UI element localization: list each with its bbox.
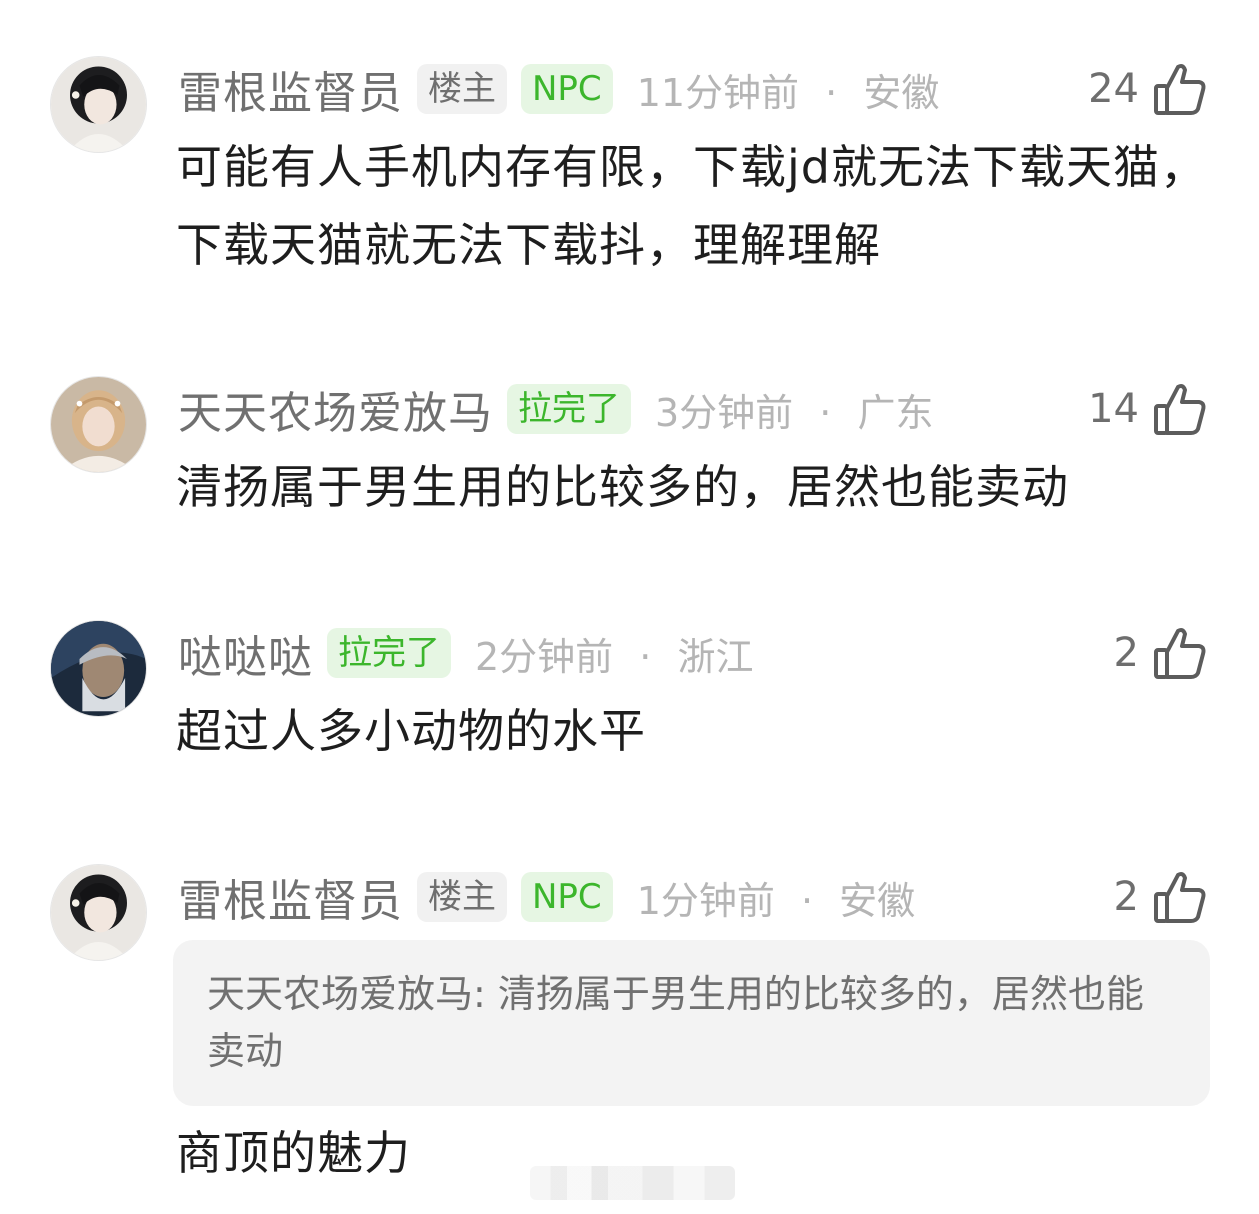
watermark — [530, 1166, 735, 1200]
like-count: 2 — [1113, 874, 1139, 920]
like-button[interactable]: 24 — [1088, 56, 1207, 122]
comment-meta: 1分钟前 · 安徽 — [637, 870, 915, 925]
thumbs-up-icon[interactable] — [1153, 61, 1207, 117]
owner-badge: 楼主 — [417, 64, 507, 114]
username[interactable]: 雷根监督员 — [178, 865, 403, 929]
comment-time: 11分钟前 — [636, 70, 800, 115]
thumbs-up-icon[interactable] — [1153, 381, 1207, 437]
npc-badge: NPC — [521, 64, 613, 114]
meta-separator: · — [639, 634, 652, 679]
thumbs-up-icon[interactable] — [1153, 869, 1207, 925]
comment-text: 超过人多小动物的水平 — [176, 704, 646, 758]
like-button[interactable]: 2 — [1114, 620, 1207, 686]
npc-badge: NPC — [521, 872, 613, 922]
username[interactable]: 天天农场爱放马 — [178, 377, 493, 441]
comment-meta: 11分钟前 · 安徽 — [637, 62, 940, 117]
comment-location: 安徽 — [839, 878, 916, 923]
thumbs-up-icon[interactable] — [1153, 625, 1207, 681]
like-button[interactable]: 14 — [1088, 376, 1207, 442]
comment-meta: 3分钟前 · 广东 — [655, 382, 933, 437]
comment-location: 浙江 — [677, 634, 754, 679]
avatar[interactable] — [50, 56, 147, 153]
avatar[interactable] — [50, 864, 147, 961]
comment-time: 1分钟前 — [636, 878, 775, 923]
meta-separator: · — [825, 70, 838, 115]
comment-header: 雷根监督员 楼主 NPC 1分钟前 · 安徽 — [178, 864, 1259, 930]
comment-meta: 2分钟前 · 浙江 — [475, 626, 753, 681]
comment-location: 广东 — [857, 390, 934, 435]
comment-time: 3分钟前 — [655, 390, 794, 435]
username[interactable]: 雷根监督员 — [178, 57, 403, 121]
status-badge: 拉完了 — [507, 384, 631, 434]
username[interactable]: 哒哒哒 — [178, 621, 313, 685]
comment-text: 清扬属于男生用的比较多的，居然也能卖动 — [176, 460, 1069, 514]
avatar[interactable] — [50, 620, 147, 717]
meta-separator: · — [800, 878, 814, 923]
status-badge: 拉完了 — [327, 628, 451, 678]
like-button[interactable]: 2 — [1114, 864, 1207, 930]
comment-text: 可能有人手机内存有限，下载jd就无法下载天猫，下载天猫就无法下载抖，理解理解 — [176, 140, 1207, 272]
comment-header: 哒哒哒 拉完了 2分钟前 · 浙江 — [178, 620, 1259, 686]
comment-location: 安徽 — [863, 70, 940, 115]
like-count: 14 — [1088, 386, 1139, 432]
meta-separator: · — [819, 390, 832, 435]
comment-time: 2分钟前 — [475, 634, 614, 679]
like-count: 24 — [1088, 66, 1139, 112]
avatar[interactable] — [50, 376, 147, 473]
owner-badge: 楼主 — [417, 872, 507, 922]
like-count: 2 — [1113, 630, 1139, 676]
quoted-reply[interactable]: 天天农场爱放马: 清扬属于男生用的比较多的，居然也能卖动 — [173, 940, 1210, 1106]
